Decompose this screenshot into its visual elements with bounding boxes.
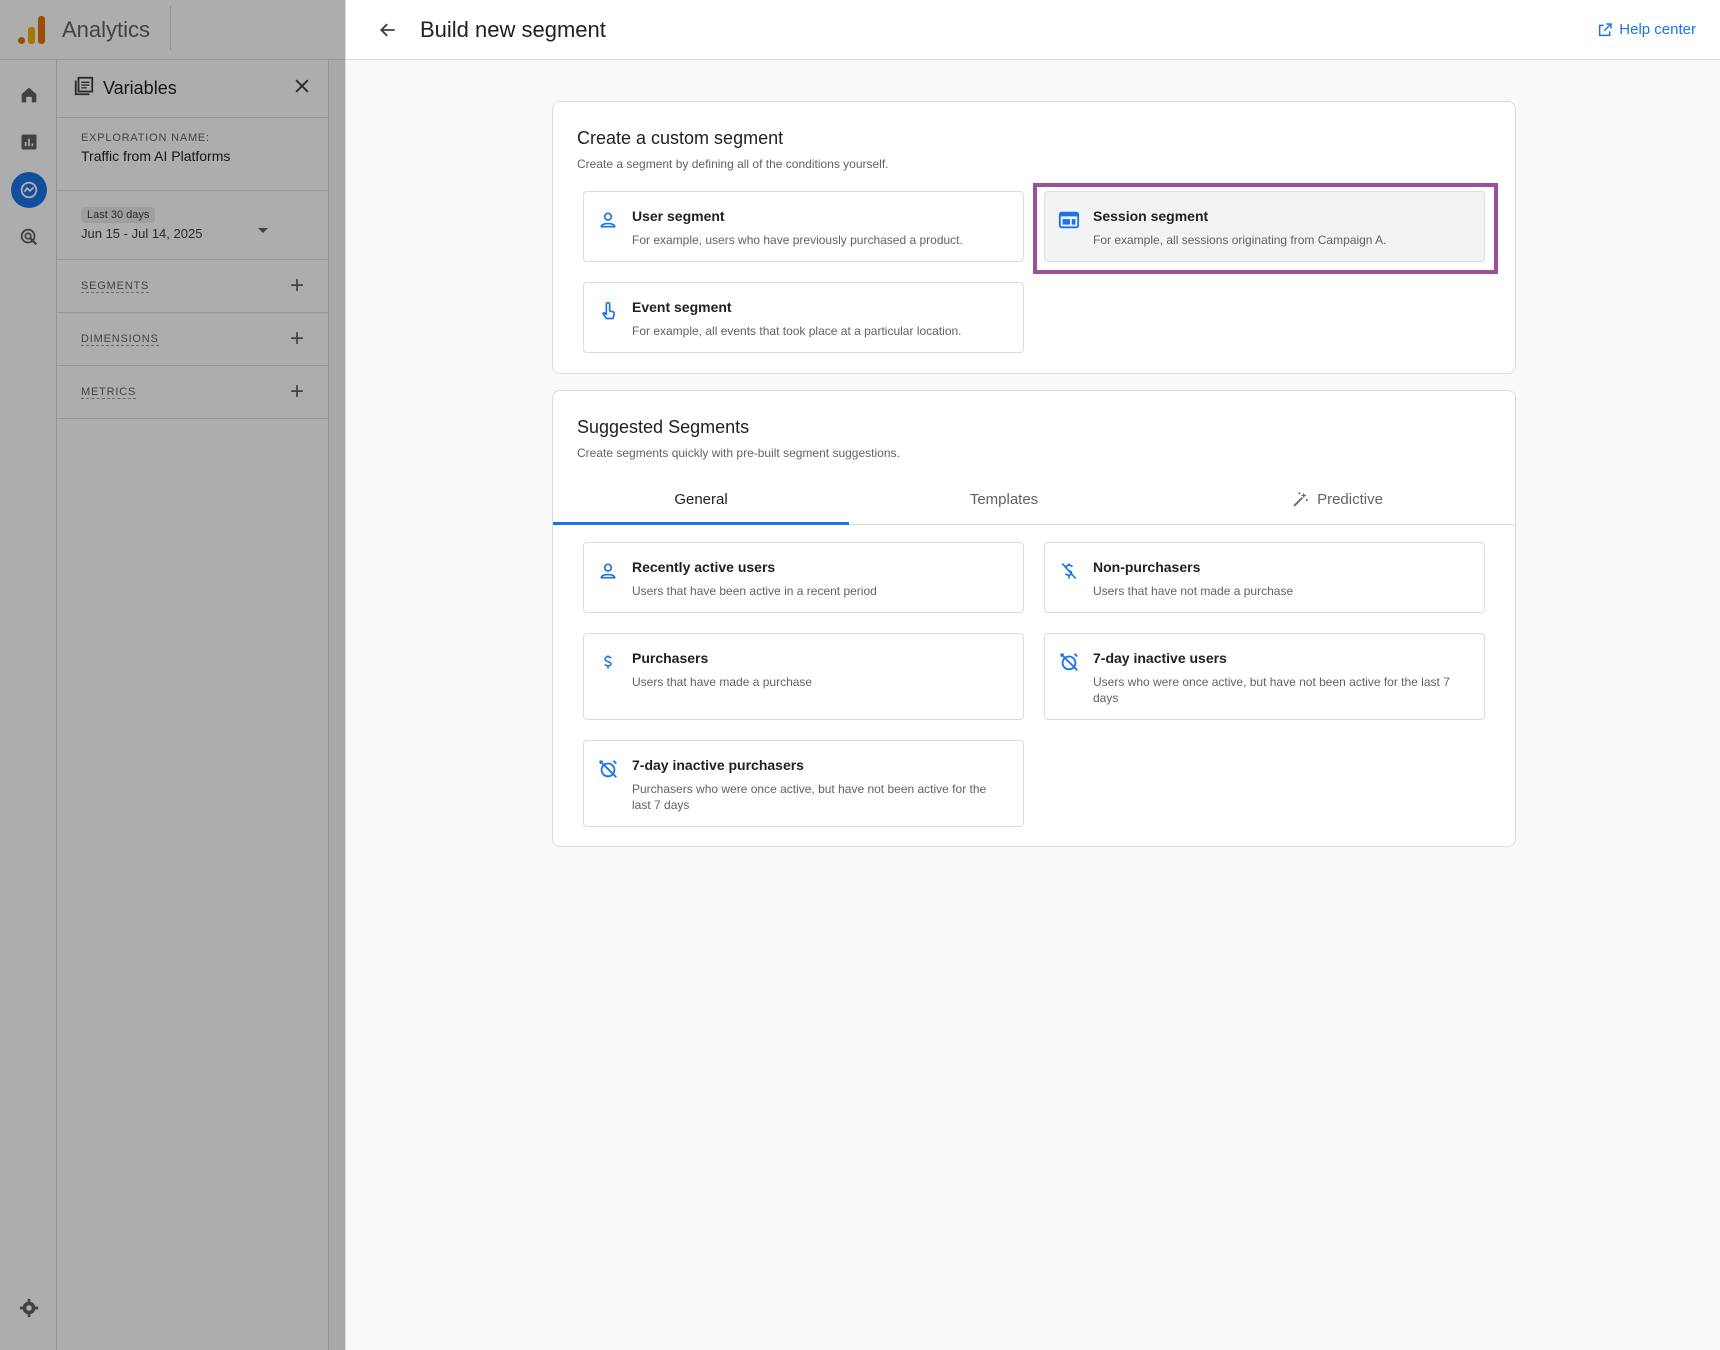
option-name: User segment [632,208,725,224]
person-icon [596,559,620,583]
event-segment-option[interactable]: Event segment For example, all events th… [583,282,1024,353]
backdrop-scrim[interactable] [0,60,345,1350]
help-center-label: Help center [1619,21,1696,38]
money-off-icon [1057,559,1081,583]
build-segment-panel: Build new segment Help center Create a c… [345,0,1720,1350]
custom-segment-title: Create a custom segment [577,128,784,148]
user-segment-option[interactable]: User segment For example, users who have… [583,191,1024,262]
session-segment-option[interactable]: Session segment For example, all session… [1044,191,1485,262]
session-icon [1057,208,1081,232]
recently-active-users-option[interactable]: Recently active users Users that have be… [583,542,1024,613]
panel-title: Build new segment [420,16,606,42]
option-description: Users that have not made a purchase [1093,584,1294,598]
option-description: For example, all sessions originating fr… [1093,233,1387,247]
suggested-segments-title: Suggested Segments [577,417,750,437]
option-name: Non-purchasers [1093,559,1201,575]
open-in-new-icon [1599,22,1613,36]
tab-label: General [674,491,728,508]
non-purchasers-option[interactable]: Non-purchasers Users that have not made … [1044,542,1485,613]
option-name: 7-day inactive users [1093,650,1227,666]
option-description: Users that have been active in a recent … [632,584,877,598]
seven-day-inactive-users-option[interactable]: 7-day inactive users Users who were once… [1044,633,1485,720]
backdrop-scrim-top[interactable] [0,0,345,60]
option-name: Session segment [1093,208,1209,224]
panel-header: Build new segment Help center [346,0,1720,60]
magic-wand-icon [1293,491,1308,507]
tab-label: Templates [969,491,1039,508]
option-description: Users who were once active, but have not… [1093,675,1450,705]
option-description: For example, all events that took place … [632,324,962,338]
option-name: 7-day inactive purchasers [632,757,804,773]
suggested-segments-subtitle: Create segments quickly with pre-built s… [577,446,900,460]
touch-icon [596,299,620,323]
help-center-link[interactable]: Help center [1597,21,1696,38]
tab-label: Predictive [1317,491,1383,508]
alarm-off-icon [1057,650,1081,674]
option-name: Purchasers [632,650,709,666]
purchasers-option[interactable]: Purchasers Users that have made a purcha… [583,633,1024,720]
option-name: Recently active users [632,559,776,575]
option-name: Event segment [632,299,732,315]
option-description: Users that have made a purchase [632,675,813,689]
custom-segment-card: Create a custom segment Create a segment… [552,101,1516,374]
tab-predictive[interactable]: Predictive [1159,475,1515,524]
dollar-icon [596,650,620,674]
person-icon [596,208,620,232]
back-arrow-icon[interactable] [370,12,406,48]
tab-templates[interactable]: Templates [849,475,1159,524]
option-description: Purchasers who were once active, but hav… [632,782,987,812]
seven-day-inactive-purchasers-option[interactable]: 7-day inactive purchasers Purchasers who… [583,740,1024,827]
alarm-off-icon [596,757,620,781]
suggested-segments-card: Suggested Segments Create segments quick… [552,390,1516,847]
option-description: For example, users who have previously p… [632,233,963,247]
suggested-tabs: General Templates Predictive [553,475,1515,525]
tab-general[interactable]: General [553,475,849,525]
custom-segment-subtitle: Create a segment by defining all of the … [577,157,889,171]
